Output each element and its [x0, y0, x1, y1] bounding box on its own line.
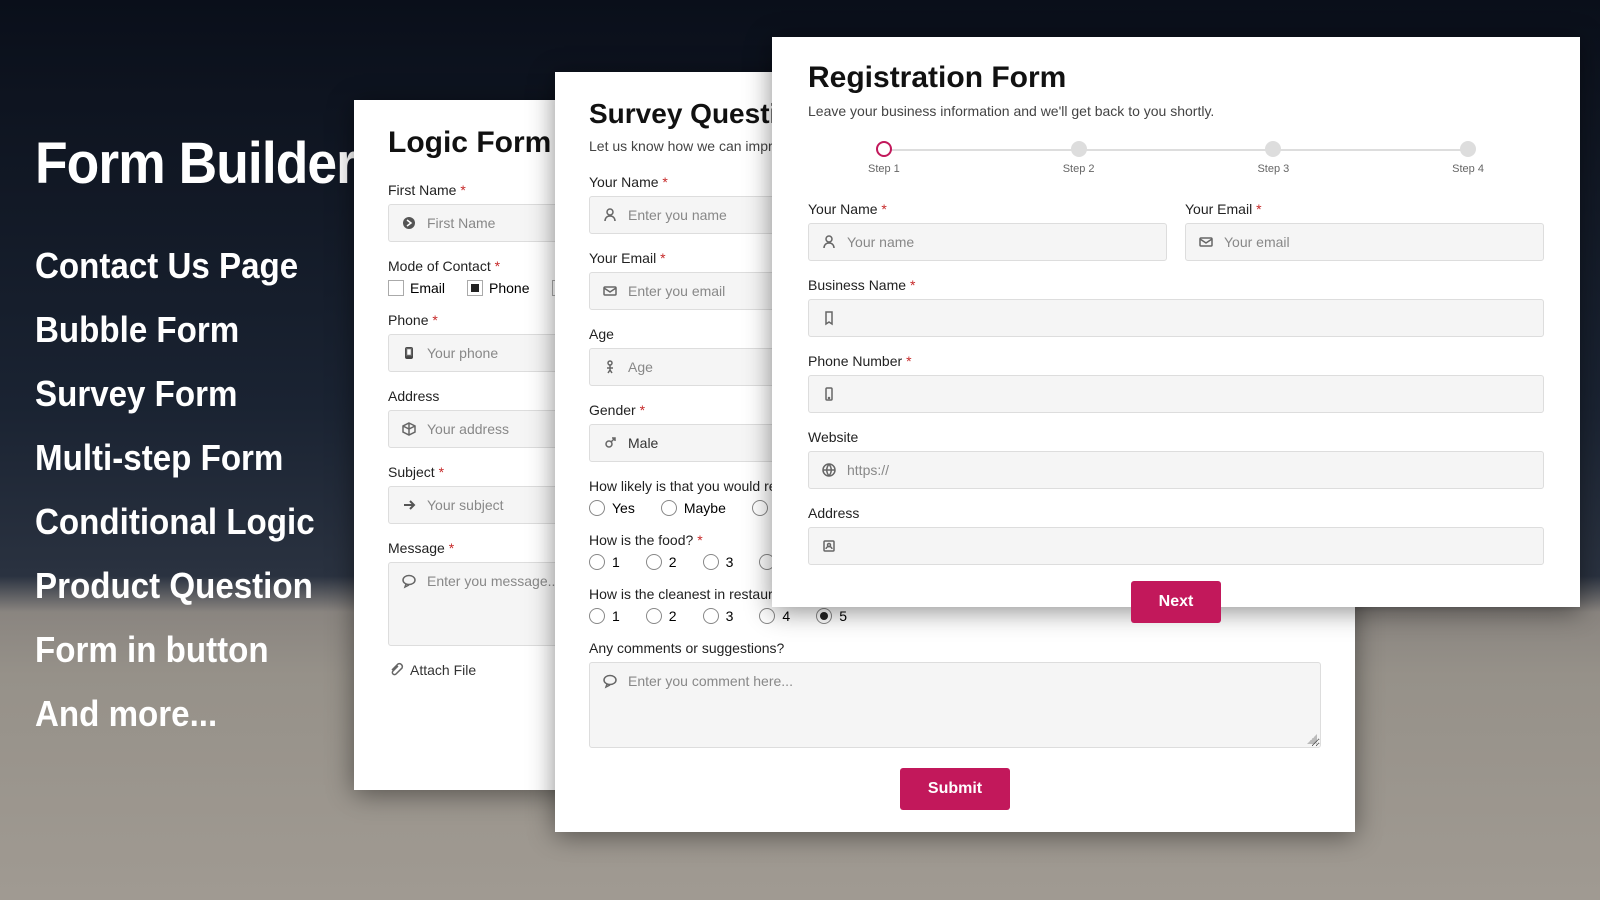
subject-placeholder: Your subject [427, 497, 504, 513]
clean-4[interactable]: 4 [759, 608, 790, 624]
sidebar-item: Survey Form [35, 373, 356, 415]
reg-title: Registration Form [808, 61, 1544, 95]
mail-icon [602, 283, 618, 299]
phone-icon [401, 345, 417, 361]
reg-phone-input[interactable] [808, 375, 1544, 413]
sidebar-item: Contact Us Page [35, 245, 356, 287]
sidebar-item: Form in button [35, 629, 356, 671]
mobile-icon [821, 386, 837, 402]
sidebar: Form Builder Contact Us Page Bubble Form… [35, 130, 384, 757]
reg-website-label: Website [808, 429, 1544, 445]
recommend-maybe[interactable]: Maybe [661, 500, 726, 516]
arrow-right-circle-icon [401, 215, 417, 231]
food-1[interactable]: 1 [589, 554, 620, 570]
reg-phone-label: Phone Number * [808, 353, 1544, 369]
next-button[interactable]: Next [1131, 581, 1222, 623]
arrow-right-icon [401, 497, 417, 513]
address-placeholder: Your address [427, 421, 509, 437]
reg-address-input[interactable] [808, 527, 1544, 565]
address-icon [821, 538, 837, 554]
reg-business-label: Business Name * [808, 277, 1544, 293]
food-2[interactable]: 2 [646, 554, 677, 570]
sidebar-item: Conditional Logic [35, 501, 356, 543]
sidebar-item: Bubble Form [35, 309, 356, 351]
chat-icon [602, 673, 618, 689]
user-icon [602, 207, 618, 223]
step-3[interactable]: Step 3 [1257, 141, 1289, 175]
message-placeholder: Enter you message... [427, 573, 559, 589]
sidebar-item: And more... [35, 693, 356, 735]
sidebar-title: Form Builder [35, 130, 356, 197]
clean-1[interactable]: 1 [589, 608, 620, 624]
mode-phone-check[interactable]: Phone [467, 280, 529, 296]
clean-3[interactable]: 3 [703, 608, 734, 624]
food-3[interactable]: 3 [703, 554, 734, 570]
reg-name-input[interactable]: Your name [808, 223, 1167, 261]
globe-icon [821, 462, 837, 478]
sidebar-item: Product Question [35, 565, 356, 607]
age-icon [602, 359, 618, 375]
chat-icon [401, 573, 417, 589]
step-2[interactable]: Step 2 [1063, 141, 1095, 175]
paperclip-icon [388, 662, 404, 678]
reg-email-input[interactable]: Your email [1185, 223, 1544, 261]
cube-icon [401, 421, 417, 437]
reg-email-label: Your Email * [1185, 201, 1544, 217]
survey-comments-textarea[interactable]: Enter you comment here... [589, 662, 1321, 748]
registration-panel: Registration Form Leave your business in… [772, 37, 1580, 607]
recommend-yes[interactable]: Yes [589, 500, 635, 516]
mode-email-check[interactable]: Email [388, 280, 445, 296]
step-4[interactable]: Step 4 [1452, 141, 1484, 175]
stepper: Step 1 Step 2 Step 3 Step 4 [868, 141, 1484, 175]
reg-name-label: Your Name * [808, 201, 1167, 217]
clean-2[interactable]: 2 [646, 608, 677, 624]
step-1[interactable]: Step 1 [868, 141, 900, 175]
survey-comments-label: Any comments or suggestions? [589, 640, 1321, 656]
bookmark-icon [821, 310, 837, 326]
phone-placeholder: Your phone [427, 345, 498, 361]
first-name-placeholder: First Name [427, 215, 495, 231]
user-icon [821, 234, 837, 250]
reg-website-input[interactable]: https:// [808, 451, 1544, 489]
gender-icon [602, 435, 618, 451]
reg-business-input[interactable] [808, 299, 1544, 337]
reg-address-label: Address [808, 505, 1544, 521]
reg-sub: Leave your business information and we'l… [808, 103, 1544, 119]
mail-icon [1198, 234, 1214, 250]
submit-button[interactable]: Submit [900, 768, 1010, 810]
sidebar-item: Multi-step Form [35, 437, 356, 479]
